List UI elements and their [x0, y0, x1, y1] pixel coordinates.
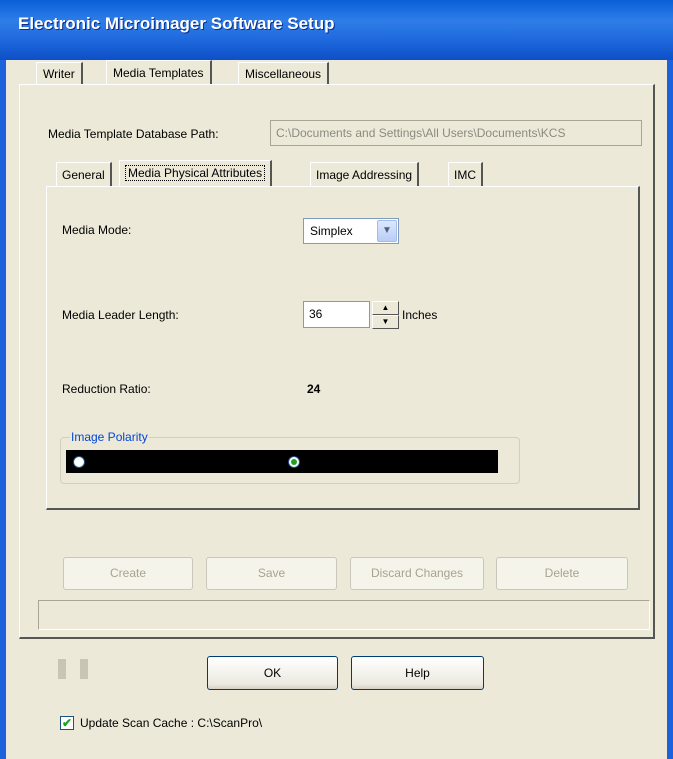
leader-length-spinner[interactable]: ▲ ▼ [372, 301, 399, 329]
tab-writer[interactable]: Writer [36, 62, 83, 84]
status-bar [38, 600, 650, 630]
tab-media-physical-attributes[interactable]: Media Physical Attributes [119, 160, 273, 187]
media-mode-value: Simplex [310, 224, 353, 238]
database-path-label: Media Template Database Path: [48, 127, 219, 141]
tab-general[interactable]: General [56, 162, 112, 186]
polarity-radio-1[interactable] [73, 456, 85, 468]
spin-down-icon[interactable]: ▼ [372, 315, 399, 329]
database-path-field[interactable]: C:\Documents and Settings\All Users\Docu… [270, 120, 642, 146]
tab-miscellaneous[interactable]: Miscellaneous [238, 62, 330, 84]
update-scan-cache-label: Update Scan Cache : C:\ScanPro\ [80, 716, 263, 730]
reduction-ratio-value: 24 [307, 382, 321, 396]
ok-button[interactable]: OK [207, 656, 338, 690]
spin-up-icon[interactable]: ▲ [372, 301, 399, 315]
polarity-radio-2[interactable] [288, 456, 300, 468]
media-mode-label: Media Mode: [62, 223, 132, 237]
leader-length-unit: Inches [402, 308, 438, 322]
tab-image-addressing-label: Image Addressing [316, 168, 413, 182]
delete-button[interactable]: Delete [496, 557, 628, 590]
tab-media-templates-label: Media Templates [113, 66, 204, 80]
image-polarity-options [66, 450, 498, 473]
tab-media-physical-attributes-label: Media Physical Attributes [125, 165, 266, 181]
pause-icon-bar [80, 659, 88, 679]
image-polarity-legend: Image Polarity [70, 430, 149, 444]
save-button[interactable]: Save [206, 557, 337, 590]
tab-general-label: General [62, 168, 105, 182]
tab-miscellaneous-label: Miscellaneous [245, 67, 322, 81]
window-title: Electronic Microimager Software Setup [18, 14, 335, 33]
leader-length-label: Media Leader Length: [62, 308, 179, 322]
tab-imc-label: IMC [454, 168, 476, 182]
update-scan-cache-checkbox[interactable]: ✔ [60, 716, 74, 730]
reduction-ratio-label: Reduction Ratio: [62, 382, 151, 396]
chevron-down-icon[interactable]: ▼ [377, 220, 397, 242]
media-mode-dropdown[interactable]: Simplex ▼ [303, 218, 399, 244]
tab-writer-label: Writer [43, 67, 75, 81]
tab-image-addressing[interactable]: Image Addressing [310, 162, 420, 186]
discard-changes-button[interactable]: Discard Changes [350, 557, 484, 590]
help-button[interactable]: Help [351, 656, 484, 690]
pause-icon [58, 659, 66, 679]
create-button[interactable]: Create [63, 557, 193, 590]
window-border-left [0, 60, 6, 759]
window-border-right [667, 60, 673, 759]
tab-imc[interactable]: IMC [448, 162, 483, 186]
tab-media-templates[interactable]: Media Templates [106, 60, 212, 84]
leader-length-input[interactable]: 36 [303, 301, 370, 328]
